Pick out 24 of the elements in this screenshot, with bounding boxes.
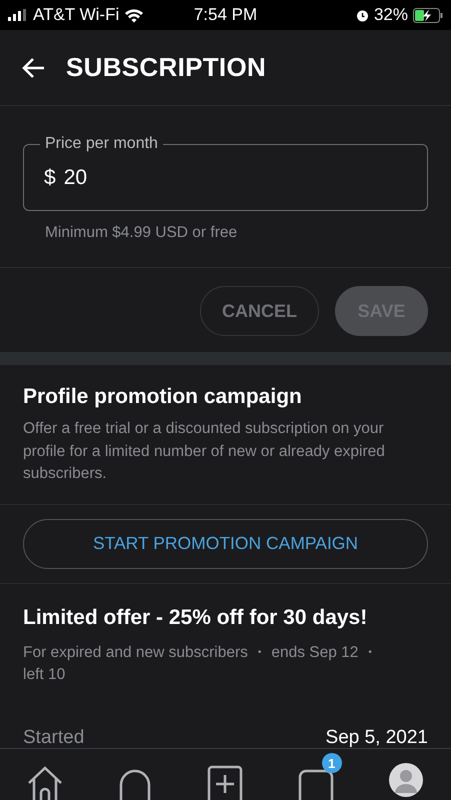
page-title: SUBSCRIPTION bbox=[66, 52, 266, 83]
carrier-name: AT&T Wi-Fi bbox=[33, 5, 120, 25]
wifi-icon bbox=[124, 8, 144, 22]
offer-detail: ends Sep 12 bbox=[271, 642, 358, 662]
battery-percent: 32% bbox=[374, 5, 408, 25]
separator-dot: • bbox=[258, 646, 262, 660]
row-value: Sep 5, 2021 bbox=[326, 726, 428, 748]
price-hint: Minimum $4.99 USD or free bbox=[45, 224, 238, 242]
price-field[interactable]: Price per month $ 20 bbox=[23, 135, 428, 211]
offer-title: Limited offer - 25% off for 30 days! bbox=[23, 606, 368, 630]
row-label: Started bbox=[23, 726, 84, 748]
signal-icon bbox=[8, 9, 28, 21]
add-icon[interactable] bbox=[207, 763, 244, 800]
offer-detail: For expired and new subscribers bbox=[23, 642, 248, 662]
section-title: Profile promotion campaign bbox=[23, 385, 303, 409]
separator-dot: • bbox=[368, 646, 372, 660]
back-arrow-icon[interactable] bbox=[22, 56, 46, 78]
clock-time: 7:54 PM bbox=[194, 5, 258, 24]
avatar-icon[interactable] bbox=[388, 763, 423, 797]
unread-badge: 1 bbox=[322, 753, 342, 773]
offer-detail: left 10 bbox=[23, 665, 66, 685]
alarm-icon bbox=[356, 8, 369, 22]
section-description: Offer a free trial or a discounted subscription on your profile for a limited number of new or already expired subscribers. bbox=[23, 419, 386, 484]
start-promotion-button[interactable]: START PROMOTION CAMPAIGN bbox=[23, 518, 428, 568]
